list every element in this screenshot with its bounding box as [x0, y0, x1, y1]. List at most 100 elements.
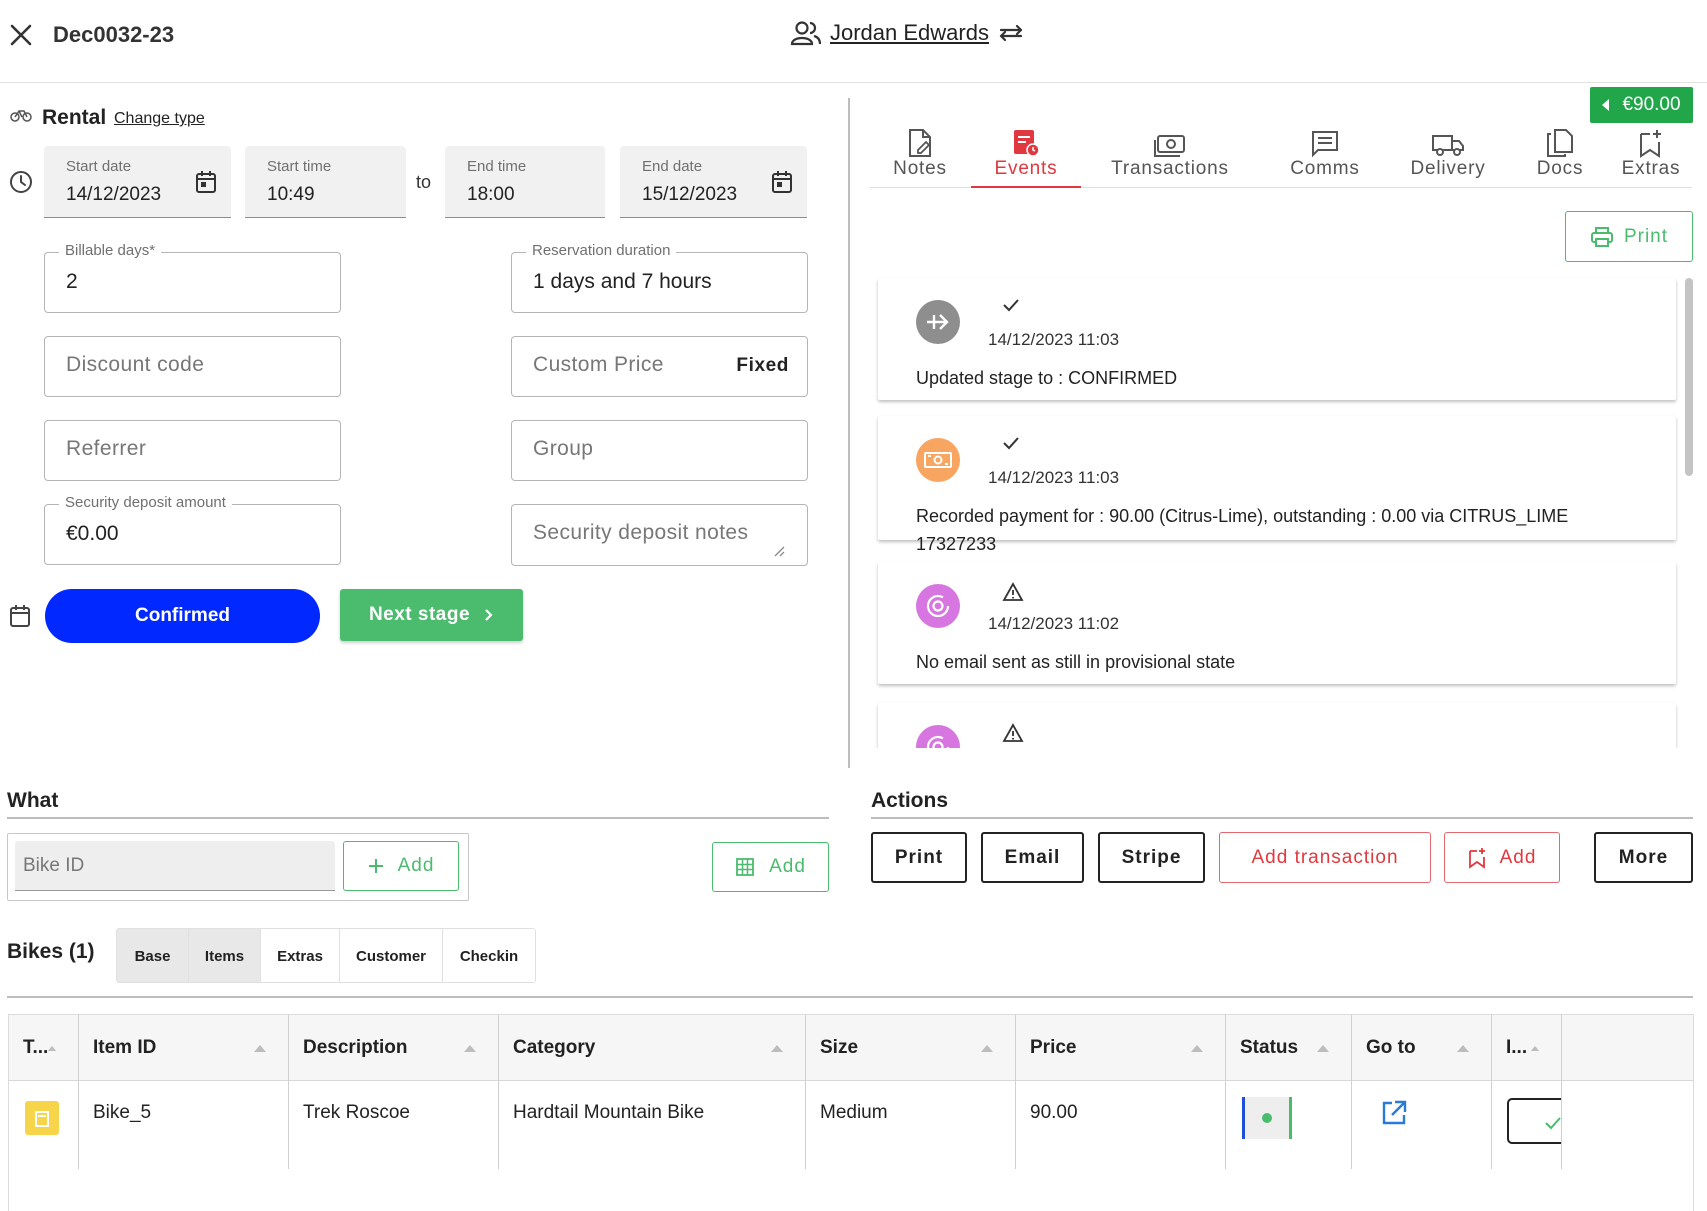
col-go-to[interactable]: Go to	[1352, 1015, 1492, 1081]
vertical-divider	[848, 98, 850, 768]
billable-days-field[interactable]: Billable days* 2	[44, 242, 341, 313]
billable-days-value: 2	[66, 270, 78, 293]
panel-tabs: Notes Events Transactions Comms Delivery…	[870, 126, 1692, 188]
tab-delivery[interactable]: Delivery	[1388, 126, 1508, 188]
security-deposit-notes-input[interactable]: Security deposit notes	[511, 504, 808, 566]
col-category-label: Category	[513, 1037, 596, 1058]
sort-icon	[771, 1045, 783, 1052]
col-description[interactable]: Description	[289, 1015, 499, 1081]
event-item	[878, 703, 1676, 748]
col-item-id[interactable]: Item ID	[79, 1015, 289, 1081]
stripe-button[interactable]: Stripe	[1098, 832, 1205, 883]
row-type-cell	[9, 1081, 79, 1169]
calendar-icon[interactable]	[195, 170, 217, 194]
tab-notes[interactable]: Notes	[880, 126, 960, 188]
tab-extras[interactable]: Extras	[1610, 126, 1692, 188]
fixed-toggle[interactable]: Fixed	[736, 355, 789, 377]
start-time-field[interactable]: Start time 10:49	[245, 146, 406, 218]
target-icon	[916, 584, 960, 628]
start-date-value: 14/12/2023	[66, 184, 162, 205]
email-button[interactable]: Email	[981, 832, 1084, 883]
swap-icon[interactable]	[997, 21, 1025, 45]
customer-name[interactable]: Jordan Edwards	[830, 20, 989, 46]
change-type-link[interactable]: Change type	[114, 110, 205, 128]
tab-docs[interactable]: Docs	[1515, 126, 1605, 188]
row-description: Trek Roscoe	[289, 1081, 499, 1169]
close-icon[interactable]	[8, 22, 34, 48]
tab-comms-label: Comms	[1290, 158, 1360, 179]
warning-icon	[1002, 723, 1024, 743]
event-date: 14/12/2023 11:03	[988, 468, 1120, 487]
col-category[interactable]: Category	[499, 1015, 806, 1081]
sort-icon	[464, 1045, 476, 1052]
amount-badge[interactable]: €90.00	[1590, 87, 1693, 123]
end-date-label: End date	[642, 158, 703, 175]
end-date-field[interactable]: End date 15/12/2023	[620, 146, 807, 218]
end-date-value: 15/12/2023	[642, 184, 738, 205]
col-price[interactable]: Price	[1016, 1015, 1226, 1081]
status-indicator-icon[interactable]	[1242, 1097, 1351, 1139]
event-item: 14/12/2023 11:03 Updated stage to : CONF…	[878, 278, 1676, 400]
tab-notes-label: Notes	[893, 158, 947, 179]
more-button[interactable]: More	[1594, 832, 1693, 883]
add-bike-button[interactable]: Add	[343, 841, 459, 891]
start-date-field[interactable]: Start date 14/12/2023	[44, 146, 231, 218]
custom-price-input[interactable]: Custom Price Fixed	[511, 336, 808, 397]
calendar-icon[interactable]	[771, 170, 793, 194]
col-description-label: Description	[303, 1037, 408, 1058]
end-time-field[interactable]: End time 18:00	[445, 146, 605, 218]
security-deposit-field[interactable]: Security deposit amount €0.00	[44, 494, 341, 565]
reservation-duration-field: Reservation duration 1 days and 7 hours	[511, 242, 808, 313]
chevron-right-icon	[484, 608, 494, 622]
subtab-base[interactable]: Base	[117, 929, 189, 982]
tab-comms[interactable]: Comms	[1270, 126, 1380, 188]
open-external-icon[interactable]	[1380, 1099, 1491, 1127]
rental-title: Rental	[42, 106, 107, 129]
resize-handle-icon[interactable]	[773, 545, 785, 557]
bike-type-icon	[24, 1100, 78, 1136]
what-divider	[7, 817, 829, 819]
tab-events[interactable]: Events	[971, 126, 1081, 188]
tab-transactions-label: Transactions	[1111, 158, 1229, 179]
bikes-divider	[7, 996, 1693, 998]
stage-confirmed-button[interactable]: Confirmed	[45, 589, 320, 643]
subtab-items[interactable]: Items	[189, 929, 261, 982]
tab-transactions[interactable]: Transactions	[1095, 126, 1245, 188]
print-button[interactable]: Print	[871, 832, 967, 883]
actions-title: Actions	[871, 789, 949, 812]
bike-id-input[interactable]: Bike ID	[15, 841, 335, 891]
end-time-value: 18:00	[467, 184, 515, 205]
referrer-placeholder: Referrer	[66, 437, 147, 460]
sort-icon	[1530, 1046, 1540, 1051]
next-stage-button[interactable]: Next stage	[340, 589, 523, 641]
print-events-button[interactable]: Print	[1565, 211, 1693, 262]
row-item-id: Bike_5	[79, 1081, 289, 1169]
tab-docs-label: Docs	[1536, 158, 1584, 179]
event-item: 14/12/2023 11:03 Recorded payment for : …	[878, 416, 1676, 554]
security-deposit-value: €0.00	[66, 522, 119, 545]
subtab-extras[interactable]: Extras	[261, 929, 340, 982]
grid-add-button[interactable]: Add	[712, 842, 829, 892]
sort-icon	[47, 1046, 57, 1051]
col-status[interactable]: Status	[1226, 1015, 1352, 1081]
extras-icon	[1638, 126, 1664, 158]
referrer-input[interactable]: Referrer	[44, 420, 341, 481]
col-size[interactable]: Size	[806, 1015, 1016, 1081]
check-box-icon[interactable]	[1506, 1097, 1561, 1145]
tab-events-label: Events	[994, 158, 1058, 179]
col-type[interactable]: T...	[9, 1015, 79, 1081]
group-input[interactable]: Group	[511, 420, 808, 481]
events-list[interactable]: 14/12/2023 11:03 Updated stage to : CONF…	[870, 276, 1680, 748]
discount-code-input[interactable]: Discount code	[44, 336, 341, 397]
printer-icon	[1590, 226, 1614, 248]
subtab-checkin[interactable]: Checkin	[443, 929, 535, 982]
col-i[interactable]: I...	[1492, 1015, 1562, 1081]
add-extra-button[interactable]: Add	[1444, 832, 1560, 883]
target-icon	[916, 725, 960, 748]
add-transaction-button[interactable]: Add transaction	[1219, 832, 1431, 883]
subtab-customer[interactable]: Customer	[340, 929, 443, 982]
add-label: Add	[397, 855, 435, 876]
events-scrollbar[interactable]	[1685, 278, 1693, 476]
customer-link[interactable]: Jordan Edwards	[790, 20, 1025, 46]
row-status	[1226, 1081, 1352, 1169]
